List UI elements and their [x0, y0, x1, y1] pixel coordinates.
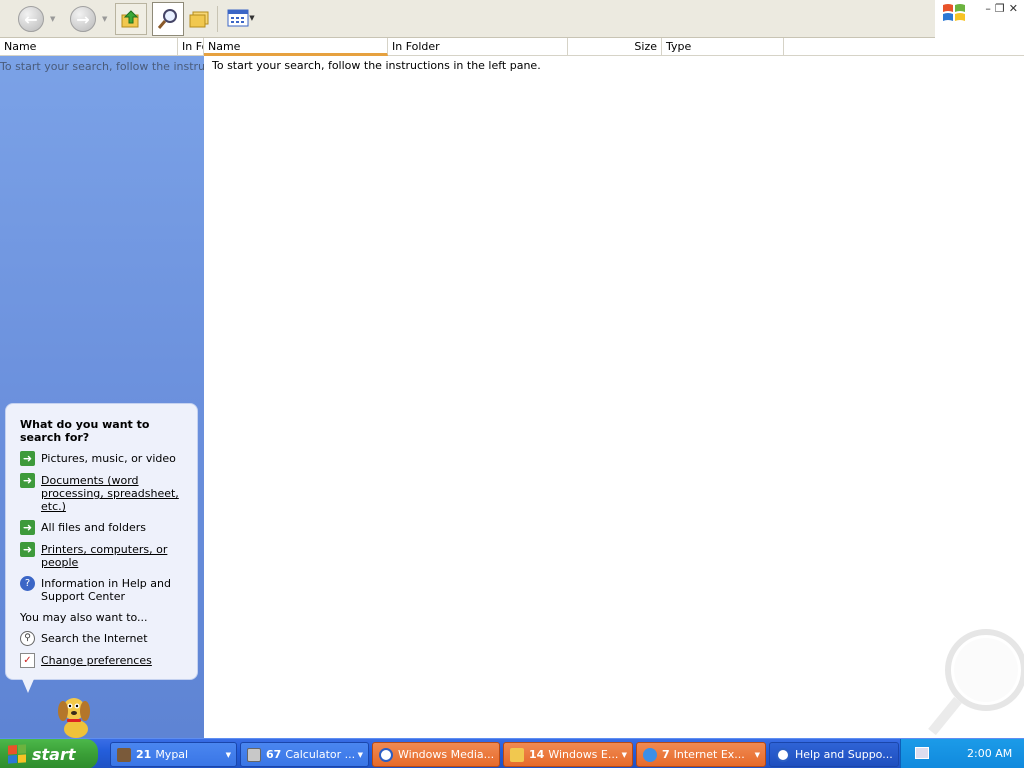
option-documents[interactable]: ➜ Documents (word processing, spreadshee… — [20, 473, 187, 513]
option-label: Documents (word processing, spreadsheet,… — [41, 474, 179, 513]
task-count: 67 — [266, 748, 282, 761]
folder-up-icon — [121, 10, 139, 28]
green-arrow-icon: ➜ — [20, 451, 35, 466]
option-pictures-music-video[interactable]: ➜ Pictures, music, or video — [20, 451, 187, 466]
restore-button[interactable]: ❐ — [995, 2, 1005, 15]
column-type[interactable]: Type — [662, 38, 784, 56]
media-player-icon — [379, 747, 393, 762]
option-search-internet[interactable]: ⚲ Search the Internet — [20, 631, 187, 646]
column-name[interactable]: Name — [204, 38, 388, 56]
option-label: Search the Internet — [41, 632, 148, 645]
start-button[interactable]: start — [0, 739, 98, 768]
minimize-button[interactable]: – — [985, 2, 991, 15]
search-companion-pane: To start your search, follow the instruc… — [0, 56, 204, 738]
task-windows-explorer[interactable]: 14 Windows E... ▼ — [503, 742, 633, 767]
internet-search-icon: ⚲ — [20, 631, 35, 646]
task-count: 14 — [529, 748, 545, 761]
toolbar: ← ▼ → ▼ ▼ — [0, 0, 935, 38]
windows-logo-icon — [943, 4, 965, 21]
search-dog-icon[interactable] — [52, 691, 100, 738]
option-label: Information in Help and Support Center — [41, 577, 171, 603]
option-all-files-folders[interactable]: ➜ All files and folders — [20, 520, 187, 535]
speech-bubble-tail — [22, 679, 34, 693]
task-calculator[interactable]: 67 Calculator ... ▼ — [240, 742, 369, 767]
search-options-panel: What do you want to search for? ➜ Pictur… — [5, 403, 198, 680]
option-label: All files and folders — [41, 521, 146, 534]
search-magnifier-icon — [157, 9, 177, 29]
option-printers-computers-people[interactable]: ➜ Printers, computers, or people — [20, 542, 187, 569]
forward-dropdown[interactable]: ▼ — [102, 3, 107, 35]
system-tray: 2:00 AM — [900, 739, 1024, 768]
mypal-icon — [117, 747, 131, 762]
task-label: Mypal — [155, 748, 189, 761]
folders-button[interactable] — [187, 3, 213, 35]
task-mypal[interactable]: 21 Mypal ▼ — [110, 742, 237, 767]
internet-explorer-icon — [643, 747, 657, 762]
forward-arrow-icon: → — [70, 6, 96, 32]
back-arrow-icon: ← — [18, 6, 44, 32]
results-list[interactable]: To start your search, follow the instruc… — [204, 56, 1024, 738]
chevron-down-icon: ▼ — [754, 750, 760, 759]
column-size[interactable]: Size — [568, 38, 662, 56]
keyboard-icon[interactable] — [915, 747, 929, 759]
windows-flag-icon — [8, 744, 26, 764]
clock[interactable]: 2:00 AM — [967, 747, 1012, 760]
option-label: Printers, computers, or people — [41, 543, 168, 569]
task-count: 7 — [662, 748, 670, 761]
calculator-icon — [247, 747, 261, 762]
up-folder-button[interactable] — [115, 3, 147, 35]
option-label: Pictures, music, or video — [41, 452, 176, 465]
task-label: Windows Media... — [398, 748, 495, 761]
window-corner: – ❐ ✕ — [935, 0, 1024, 38]
chevron-down-icon: ▼ — [249, 14, 255, 22]
task-label: Calculator ... — [285, 748, 356, 761]
left-column-header: Name In Fo — [0, 38, 204, 56]
search-prompt-title: What do you want to search for? — [20, 418, 150, 444]
results-empty-message: To start your search, follow the instruc… — [212, 59, 541, 72]
start-label: start — [32, 744, 76, 764]
help-icon: ? — [20, 576, 35, 591]
task-label: Windows E... — [548, 748, 619, 761]
results-column-header: Name In Folder Size Type — [204, 38, 1024, 56]
task-label: Help and Suppo... — [795, 748, 893, 761]
chevron-down-icon: ▼ — [102, 15, 108, 23]
views-icon — [227, 9, 249, 27]
green-arrow-icon: ➜ — [20, 520, 35, 535]
green-arrow-icon: ➜ — [20, 542, 35, 557]
preferences-icon: ✓ — [20, 653, 35, 668]
task-help-support[interactable]: Help and Suppo... — [769, 742, 899, 767]
task-label: Internet Ex... — [673, 748, 745, 761]
search-button[interactable] — [152, 2, 184, 36]
help-icon — [776, 747, 790, 762]
taskbar: start 21 Mypal ▼ 67 Calculator ... ▼ Win… — [0, 738, 1024, 768]
column-in-folder[interactable]: In Folder — [388, 38, 568, 56]
task-count: 21 — [136, 748, 152, 761]
green-arrow-icon: ➜ — [20, 473, 35, 488]
search-results-window: ← ▼ → ▼ ▼ – ❐ ✕ Name In F Name In Folder… — [0, 0, 1024, 768]
forward-button[interactable]: → — [70, 3, 96, 35]
also-want-label: You may also want to... — [20, 611, 148, 624]
views-button[interactable]: ▼ — [224, 3, 258, 33]
task-windows-media[interactable]: Windows Media... — [372, 742, 500, 767]
chevron-down-icon: ▼ — [50, 15, 56, 23]
folder-icon — [510, 747, 524, 762]
chevron-down-icon: ▼ — [621, 750, 627, 759]
column-name-stale[interactable]: Name — [0, 38, 178, 56]
stale-message-text: To start your search, follow the instruc… — [0, 60, 204, 73]
chevron-down-icon: ▼ — [225, 750, 231, 759]
option-change-preferences[interactable]: ✓ Change preferences — [20, 653, 187, 668]
back-dropdown[interactable]: ▼ — [50, 3, 55, 35]
task-internet-explorer[interactable]: 7 Internet Ex... ▼ — [636, 742, 766, 767]
back-button[interactable]: ← — [18, 3, 44, 35]
option-label: Change preferences — [41, 654, 152, 667]
folders-icon — [189, 11, 209, 28]
option-help-support[interactable]: ? Information in Help and Support Center — [20, 576, 187, 603]
chevron-down-icon: ▼ — [357, 750, 363, 759]
toolbar-separator — [217, 6, 218, 32]
column-in-folder-stale[interactable]: In Fo — [178, 38, 204, 56]
close-button[interactable]: ✕ — [1009, 2, 1018, 15]
watermark-magnifier-icon — [928, 629, 1024, 736]
